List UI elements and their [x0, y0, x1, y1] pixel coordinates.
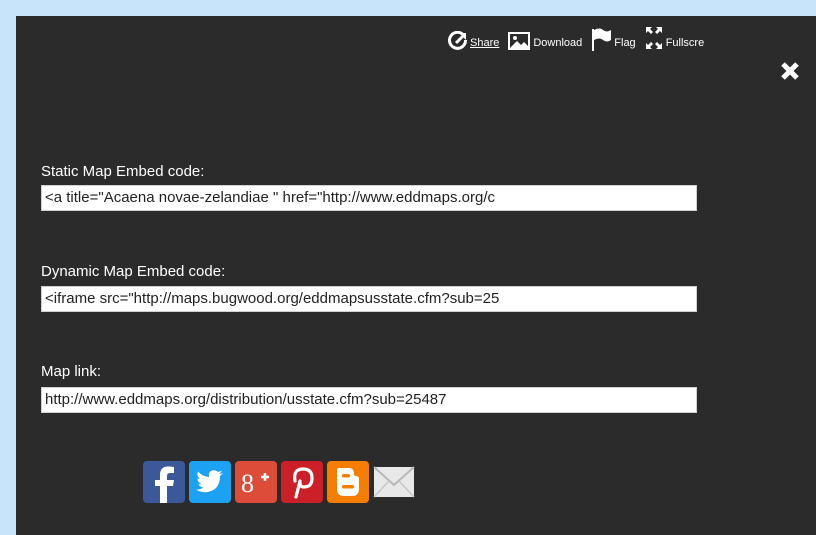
map-share-panel: Share Download Flag Fullscre Static Map … — [16, 16, 816, 535]
close-button[interactable] — [779, 60, 801, 82]
share-icon — [448, 31, 468, 50]
share-label: Share — [470, 37, 500, 49]
download-button[interactable]: Download — [507, 31, 582, 51]
image-download-icon — [508, 32, 531, 50]
flag-label: Flag — [614, 37, 636, 49]
fullscreen-label: Fullscre — [665, 37, 705, 49]
blogger-icon[interactable] — [325, 459, 371, 505]
close-icon — [781, 62, 799, 80]
dynamic-embed-code-field[interactable]: <iframe src="http://maps.bugwood.org/edd… — [41, 286, 697, 312]
twitter-icon[interactable] — [187, 459, 233, 505]
fullscreen-icon — [645, 27, 662, 49]
flag-button[interactable]: Flag — [590, 27, 636, 51]
email-icon[interactable] — [371, 459, 417, 505]
static-embed-code-field[interactable]: <a title="Acaena novae-zelandiae " href=… — [41, 185, 697, 211]
google-plus-icon[interactable]: 8 — [233, 459, 279, 505]
flag-icon — [592, 28, 612, 51]
fullscreen-button[interactable]: Fullscre — [644, 25, 705, 51]
map-link-label: Map link: — [41, 363, 102, 380]
pinterest-icon[interactable] — [279, 459, 325, 505]
facebook-icon[interactable] — [141, 459, 187, 505]
share-button[interactable]: Share — [448, 31, 499, 51]
map-link-field[interactable]: http://www.eddmaps.org/distribution/usst… — [41, 387, 697, 413]
svg-text:8: 8 — [241, 469, 254, 498]
panel-toolbar: Share Download Flag Fullscre — [448, 25, 712, 51]
social-share-bar: 8 — [141, 459, 417, 505]
download-label: Download — [533, 37, 583, 49]
dynamic-embed-label: Dynamic Map Embed code: — [41, 263, 226, 280]
static-embed-label: Static Map Embed code: — [41, 163, 205, 180]
